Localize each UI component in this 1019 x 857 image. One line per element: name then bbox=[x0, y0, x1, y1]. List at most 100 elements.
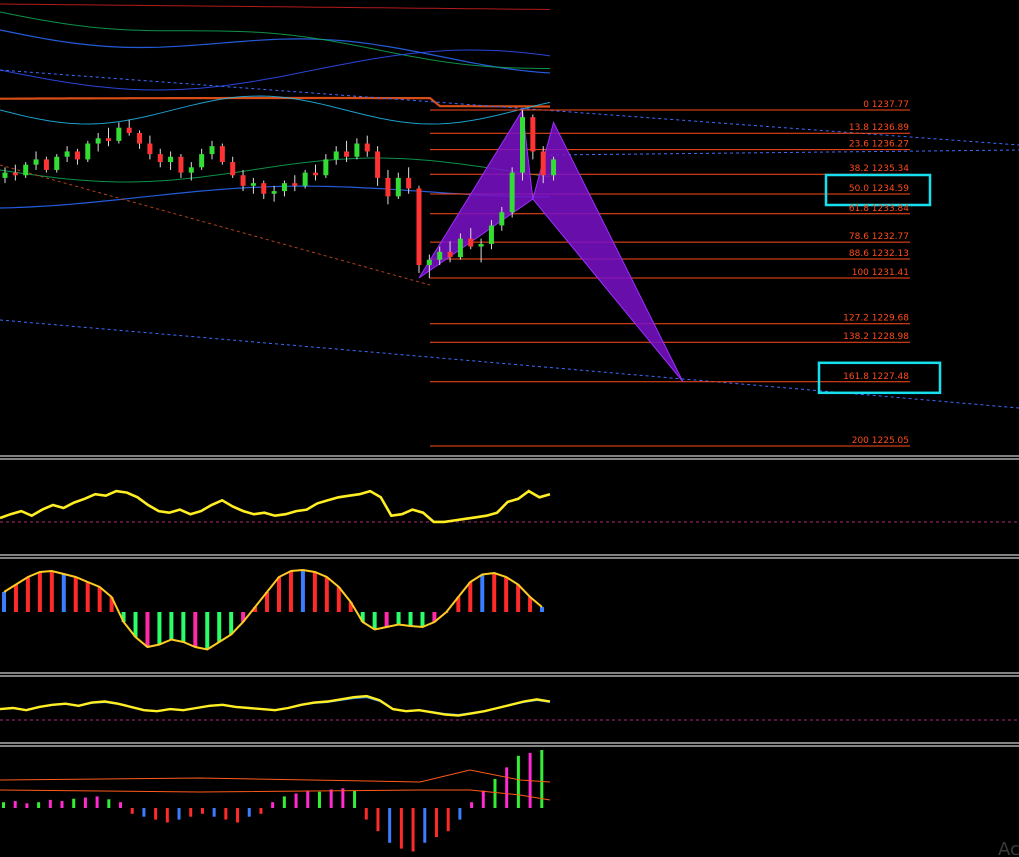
histogram-bar bbox=[341, 788, 345, 808]
trendline bbox=[0, 164, 431, 286]
histogram-bar bbox=[493, 779, 497, 808]
histogram-bar bbox=[142, 808, 146, 817]
fib-level-label: 23.6 1236.27 bbox=[849, 140, 909, 150]
candle-body bbox=[530, 117, 536, 152]
histogram-bar bbox=[73, 577, 78, 612]
candle-body bbox=[437, 251, 443, 260]
histogram-bar bbox=[107, 799, 111, 808]
candle-body bbox=[178, 156, 184, 173]
histogram-bar bbox=[336, 587, 341, 612]
candle-body bbox=[302, 172, 308, 186]
candle-body bbox=[478, 243, 484, 247]
indicator-panels bbox=[0, 455, 1019, 852]
candle-body bbox=[333, 151, 339, 160]
histogram-bar bbox=[247, 808, 251, 817]
histogram-bar bbox=[300, 570, 305, 612]
candle-body bbox=[416, 188, 422, 266]
histogram-bar bbox=[271, 802, 275, 808]
candle-body bbox=[499, 212, 505, 226]
candle-body bbox=[2, 172, 8, 178]
candle-body bbox=[33, 159, 39, 165]
indicator-line bbox=[0, 96, 550, 108]
candle-body bbox=[406, 177, 412, 189]
candle-body bbox=[230, 162, 236, 176]
histogram-bar bbox=[399, 808, 403, 849]
candle-body bbox=[23, 164, 29, 176]
histogram-bar bbox=[95, 796, 99, 808]
candle-body bbox=[209, 146, 215, 155]
histogram-bar bbox=[193, 612, 198, 647]
watermark-text: Ac bbox=[998, 839, 1019, 857]
candle-body bbox=[168, 156, 174, 163]
candle-body bbox=[323, 159, 329, 176]
histogram-bar bbox=[353, 790, 357, 808]
fib-level-label: 0 1237.77 bbox=[863, 100, 909, 110]
fib-level-label: 100 1231.41 bbox=[852, 268, 909, 278]
histogram-bar bbox=[83, 797, 87, 808]
candle-body bbox=[375, 151, 381, 178]
histogram-bar bbox=[49, 571, 54, 612]
histogram-bar bbox=[217, 612, 222, 642]
histogram-bar bbox=[505, 767, 509, 808]
histogram-bar bbox=[48, 799, 52, 808]
candle-body bbox=[457, 238, 463, 258]
histogram-bar bbox=[384, 612, 389, 627]
histogram-bar bbox=[133, 612, 138, 637]
price-chart[interactable]: 0 1237.77 13.8 1236.89 23.6 1236.27 38.2 12… bbox=[0, 0, 1019, 857]
candle-body bbox=[385, 177, 391, 197]
candle-body bbox=[281, 183, 287, 192]
candle-body bbox=[364, 143, 370, 152]
histogram-bar bbox=[37, 802, 41, 808]
candle-body bbox=[468, 238, 474, 247]
histogram-bar bbox=[157, 612, 162, 645]
histogram-bar bbox=[470, 802, 474, 808]
candle-body bbox=[74, 151, 80, 160]
candle-body bbox=[250, 183, 256, 186]
candle-body bbox=[261, 183, 267, 194]
histogram-bar bbox=[492, 573, 497, 612]
histogram-bar bbox=[236, 808, 240, 823]
histogram-bar bbox=[277, 577, 281, 612]
candle-body bbox=[540, 151, 546, 176]
histogram-bar bbox=[317, 791, 321, 808]
histogram-bar bbox=[212, 808, 216, 817]
candle-body bbox=[157, 154, 163, 163]
oscillator-line bbox=[0, 489, 551, 524]
candle-body bbox=[509, 172, 515, 213]
fib-level-label: 161.8 1227.48 bbox=[843, 372, 909, 382]
indicator-line bbox=[0, 11, 550, 69]
indicator-line bbox=[0, 29, 551, 74]
histogram-bar bbox=[119, 802, 123, 808]
histogram-bar bbox=[200, 808, 204, 814]
indicator-line bbox=[0, 3, 551, 10]
histogram-bar bbox=[165, 808, 169, 823]
indicator-line bbox=[0, 769, 551, 783]
histogram-bar bbox=[130, 808, 134, 814]
indicator-line bbox=[0, 157, 551, 183]
histogram-bar bbox=[516, 584, 521, 612]
candle-body bbox=[64, 151, 70, 157]
histogram-bar bbox=[177, 808, 181, 820]
candle-body bbox=[43, 159, 49, 170]
fib-level-label: 50.0 1234.59 bbox=[849, 184, 909, 194]
histogram-bar bbox=[324, 577, 329, 612]
signal-line bbox=[3, 568, 543, 651]
histogram-bar bbox=[145, 612, 150, 647]
fib-level-label: 200 1225.05 bbox=[852, 436, 909, 446]
histogram-bar bbox=[2, 802, 5, 808]
histogram-bar bbox=[169, 612, 174, 640]
histogram-bar bbox=[411, 808, 415, 852]
fib-level-label: 38.2 1235.34 bbox=[849, 164, 909, 174]
fib-level-label: 138.2 1228.98 bbox=[843, 332, 909, 342]
histogram-bar bbox=[13, 801, 17, 808]
histogram-bar bbox=[282, 796, 286, 808]
histogram-bar bbox=[468, 582, 473, 612]
candle-body bbox=[126, 127, 132, 133]
histogram-bar bbox=[329, 789, 333, 808]
histogram-bar bbox=[181, 612, 186, 642]
histogram-bar bbox=[504, 577, 509, 612]
histogram-bar bbox=[259, 808, 263, 814]
histogram-bar bbox=[25, 577, 30, 612]
histogram-bar bbox=[205, 612, 210, 650]
candle-body bbox=[551, 159, 557, 176]
